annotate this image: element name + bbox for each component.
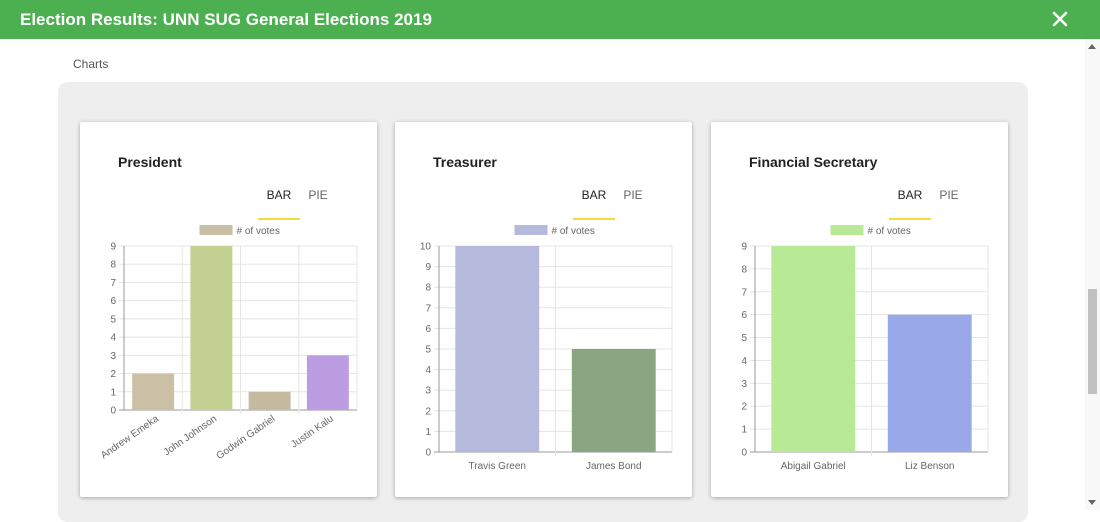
- x-tick-label: John Johnson: [162, 413, 219, 458]
- tab-pie[interactable]: PIE: [302, 188, 334, 220]
- y-tick-label: 7: [110, 278, 116, 289]
- section-label: Charts: [73, 57, 109, 71]
- y-tick-label: 9: [425, 262, 431, 273]
- y-tick-label: 7: [741, 287, 747, 298]
- tab-pie[interactable]: PIE: [617, 188, 649, 220]
- scrollbar-thumb[interactable]: [1088, 289, 1097, 394]
- y-tick-label: 2: [425, 406, 431, 417]
- y-tick-label: 6: [110, 296, 116, 307]
- legend-label: # of votes: [552, 226, 595, 237]
- y-tick-label: 6: [425, 324, 431, 335]
- bar: [306, 355, 349, 410]
- bar: [771, 246, 856, 452]
- y-tick-label: 2: [741, 402, 747, 413]
- y-tick-label: 6: [741, 310, 747, 321]
- card-title: Financial Secretary: [749, 154, 878, 170]
- bar: [248, 391, 291, 410]
- y-tick-label: 9: [741, 242, 747, 253]
- y-tick-label: 7: [425, 303, 431, 314]
- y-tick-label: 2: [110, 369, 116, 380]
- y-tick-label: 10: [420, 242, 432, 253]
- y-tick-label: 3: [110, 351, 116, 362]
- y-tick-label: 5: [425, 345, 431, 356]
- legend-swatch: [514, 225, 548, 235]
- y-tick-label: 3: [741, 379, 747, 390]
- bar-chart: # of votes 0 1 2 3 4 5 6 7 8 9 Andrew Emeka John Joh…: [99, 225, 358, 462]
- scroll-down-icon[interactable]: [1088, 500, 1096, 505]
- y-tick-label: 4: [110, 333, 116, 344]
- y-tick-label: 9: [110, 242, 116, 253]
- y-tick-label: 0: [741, 448, 747, 459]
- bar: [132, 373, 175, 410]
- legend-label: # of votes: [237, 226, 280, 237]
- x-tick-label: James Bond: [586, 461, 642, 472]
- tab-pie[interactable]: PIE: [933, 188, 965, 220]
- chart-card-president: President BAR PIE # of votes 0 1 2 3 4 5 6 7 8 9 An…: [80, 122, 377, 497]
- y-tick-label: 1: [425, 427, 431, 438]
- page-title: Election Results: UNN SUG General Electi…: [20, 10, 432, 29]
- legend-swatch: [199, 225, 233, 235]
- y-tick-label: 0: [110, 406, 116, 417]
- legend-label: # of votes: [868, 226, 911, 237]
- card-title: President: [118, 154, 182, 170]
- y-tick-label: 8: [110, 260, 116, 271]
- legend-swatch: [830, 225, 864, 235]
- bar: [887, 314, 972, 452]
- bar-chart: # of votes 0 1 2 3 4 5 6 7 8 9 10 Travis Green James …: [420, 225, 673, 472]
- y-tick-label: 1: [741, 425, 747, 436]
- card-title: Treasurer: [433, 154, 497, 170]
- x-tick-label: Godwin Gabriel: [215, 413, 278, 462]
- chart-card-treasurer: Treasurer BAR PIE # of votes 0 1 2 3 4 5 6 7 8 9 10…: [395, 122, 692, 497]
- y-tick-label: 4: [741, 356, 747, 367]
- scroll-up-icon[interactable]: [1088, 44, 1096, 49]
- bar: [190, 246, 233, 410]
- tab-bar[interactable]: BAR: [258, 188, 300, 220]
- y-tick-label: 0: [425, 448, 431, 459]
- x-tick-label: Abigail Gabriel: [781, 461, 846, 472]
- tab-bar[interactable]: BAR: [573, 188, 615, 220]
- top-bar: Election Results: UNN SUG General Electi…: [0, 0, 1100, 39]
- x-tick-label: Justin Kalu: [289, 413, 335, 450]
- x-tick-label: Andrew Emeka: [99, 413, 161, 461]
- y-tick-label: 8: [741, 264, 747, 275]
- y-tick-label: 5: [741, 333, 747, 344]
- x-tick-label: Liz Benson: [905, 461, 954, 472]
- x-tick-label: Travis Green: [469, 461, 526, 472]
- y-tick-label: 4: [425, 365, 431, 376]
- bar: [455, 246, 540, 452]
- bar-chart: # of votes 0 1 2 3 4 5 6 7 8 9 Abigail Gabriel Liz B…: [741, 225, 989, 472]
- chart-card-financial-secretary: Financial Secretary BAR PIE # of votes 0 1…: [711, 122, 1008, 497]
- y-tick-label: 5: [110, 314, 116, 325]
- y-tick-label: 3: [425, 386, 431, 397]
- close-icon[interactable]: [1050, 9, 1070, 29]
- scrollbar[interactable]: [1085, 39, 1100, 510]
- y-tick-label: 1: [110, 387, 116, 398]
- y-tick-label: 8: [425, 283, 431, 294]
- tab-bar[interactable]: BAR: [889, 188, 931, 220]
- bar: [571, 349, 656, 452]
